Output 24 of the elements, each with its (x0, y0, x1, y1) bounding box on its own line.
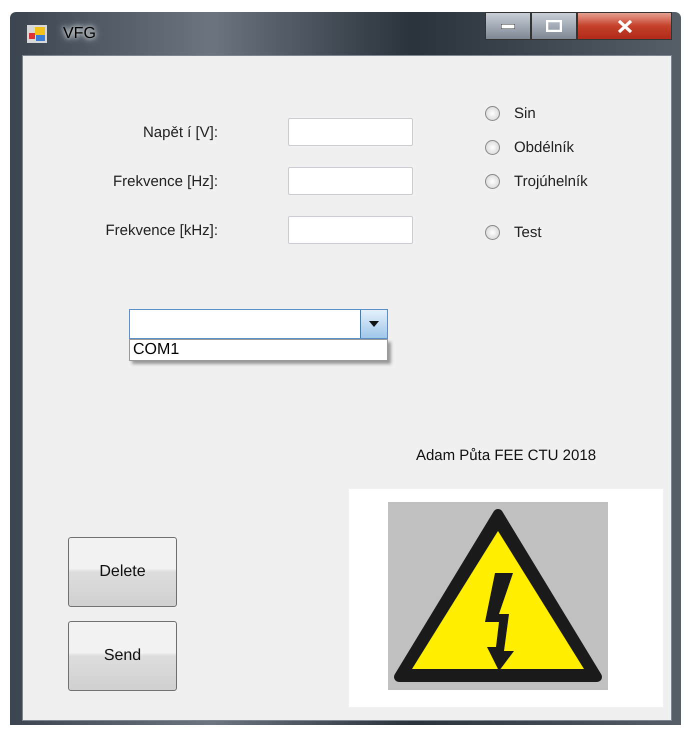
port-dropdown[interactable] (129, 309, 388, 339)
author-caption: Adam Půta FEE CTU 2018 (416, 447, 596, 464)
close-button[interactable] (577, 12, 672, 40)
radio-option[interactable]: Sin (485, 103, 588, 123)
caret-icon (369, 321, 379, 327)
radio-option[interactable]: Test (485, 222, 588, 242)
radio-option[interactable]: Trojúhelník (485, 171, 588, 191)
action-button[interactable]: Send (68, 621, 177, 691)
window-title: VFG (63, 24, 96, 42)
field-label: Frekvence [kHz]: (104, 222, 218, 238)
input-field[interactable] (288, 167, 413, 195)
field-label: Napět í [V]: (142, 124, 218, 140)
radio-option[interactable]: Obdélník (485, 137, 588, 157)
app-icon (27, 24, 47, 42)
minimize-icon (501, 24, 515, 28)
minimize-button[interactable] (485, 12, 531, 40)
maximize-icon (546, 20, 562, 32)
input-field[interactable] (288, 118, 413, 146)
input-field[interactable] (288, 216, 413, 244)
maximize-button[interactable] (531, 12, 577, 40)
action-button[interactable]: Delete (68, 537, 177, 607)
field-label: Frekvence [Hz]: (112, 172, 218, 190)
close-icon (616, 20, 632, 32)
dropdown-option[interactable]: COM1 (133, 341, 384, 359)
